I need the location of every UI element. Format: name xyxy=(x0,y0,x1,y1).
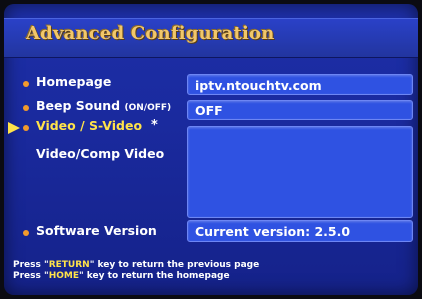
software-version-field: Current version: 2.5.0 xyxy=(187,220,413,242)
beep-sound-label-text: Beep Sound xyxy=(36,98,121,113)
title-bar: Advanced Configuration xyxy=(4,18,418,58)
help-line-return-prefix: Press " xyxy=(13,260,49,270)
homepage-field[interactable]: iptv.ntouchtv.com xyxy=(187,74,413,95)
beep-sound-field[interactable]: OFF xyxy=(187,100,413,120)
selected-marker: * xyxy=(151,118,158,133)
home-key-label: HOME xyxy=(48,271,79,281)
help-line-return: Press "RETURN" key to return the previou… xyxy=(13,260,259,270)
page-title: Advanced Configuration xyxy=(26,23,275,44)
video-svideo-label[interactable]: Video / S-Video xyxy=(36,118,142,133)
bullet-dot-icon xyxy=(23,81,29,87)
bullet-dot-icon xyxy=(23,125,29,131)
software-version-label: Software Version xyxy=(36,223,157,238)
help-line-home: Press "HOME" key to return the homepage xyxy=(13,271,230,281)
bullet-dot-icon xyxy=(23,230,29,236)
return-key-label: RETURN xyxy=(48,260,90,270)
help-line-return-suffix: " key to return the previous page xyxy=(89,260,260,270)
help-line-home-prefix: Press " xyxy=(13,271,49,281)
help-line-home-suffix: " key to return the homepage xyxy=(78,271,230,281)
beep-sound-label: Beep Sound (ON/OFF) xyxy=(36,98,171,113)
bullet-dot-icon xyxy=(23,105,29,111)
arrow-right-icon xyxy=(8,122,20,134)
beep-sound-note: (ON/OFF) xyxy=(124,103,172,113)
settings-screen: Advanced Configuration Homepage iptv.nto… xyxy=(4,4,418,295)
video-output-field[interactable] xyxy=(187,126,413,218)
video-comp-label[interactable]: Video/Comp Video xyxy=(36,146,164,161)
homepage-label: Homepage xyxy=(36,74,112,89)
